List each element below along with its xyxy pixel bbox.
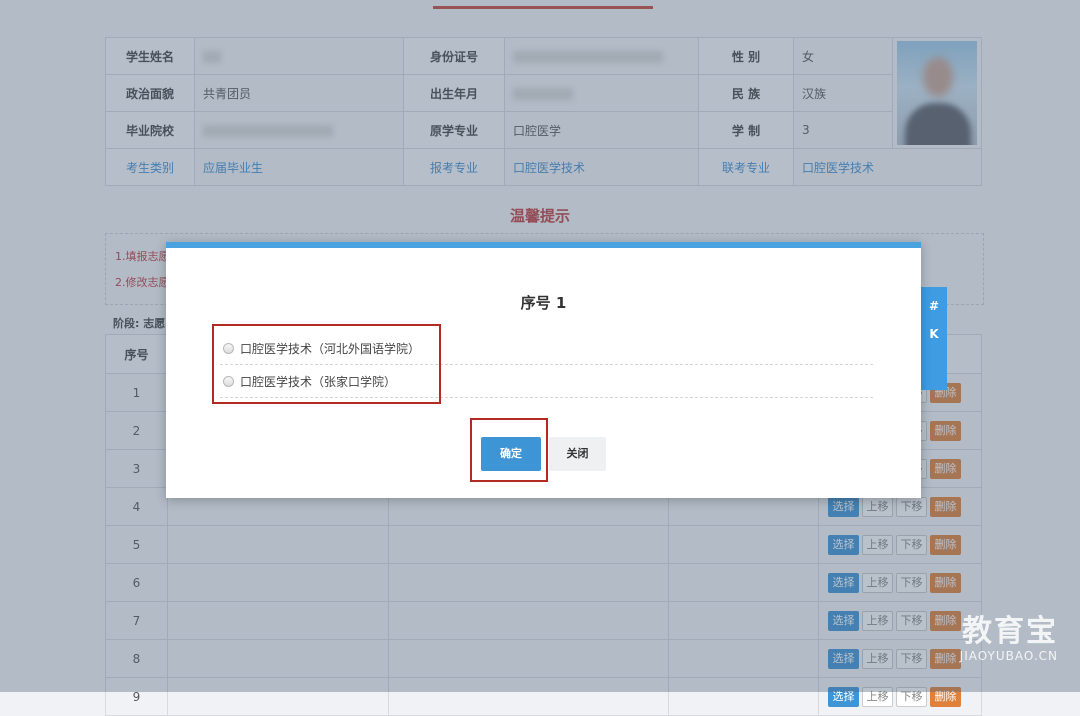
side-float-tab[interactable]: # K xyxy=(921,287,947,390)
choice-dialog: 序号 1 口腔医学技术（河北外国语学院） 口腔医学技术（张家口学院） 确定 关闭 xyxy=(166,242,921,498)
options-highlight-box xyxy=(212,324,441,404)
watermark: 教育宝 JIAOYUBAO.CN xyxy=(959,614,1058,664)
watermark-domain: JIAOYUBAO.CN xyxy=(959,649,1058,663)
confirm-highlight-box xyxy=(470,418,548,482)
watermark-logo-text: 教育宝 xyxy=(962,614,1058,649)
side-tab-k: K xyxy=(929,327,939,341)
dialog-title: 序号 1 xyxy=(520,294,567,312)
close-button[interactable]: 关闭 xyxy=(549,437,606,471)
side-tab-hash: # xyxy=(928,299,940,313)
